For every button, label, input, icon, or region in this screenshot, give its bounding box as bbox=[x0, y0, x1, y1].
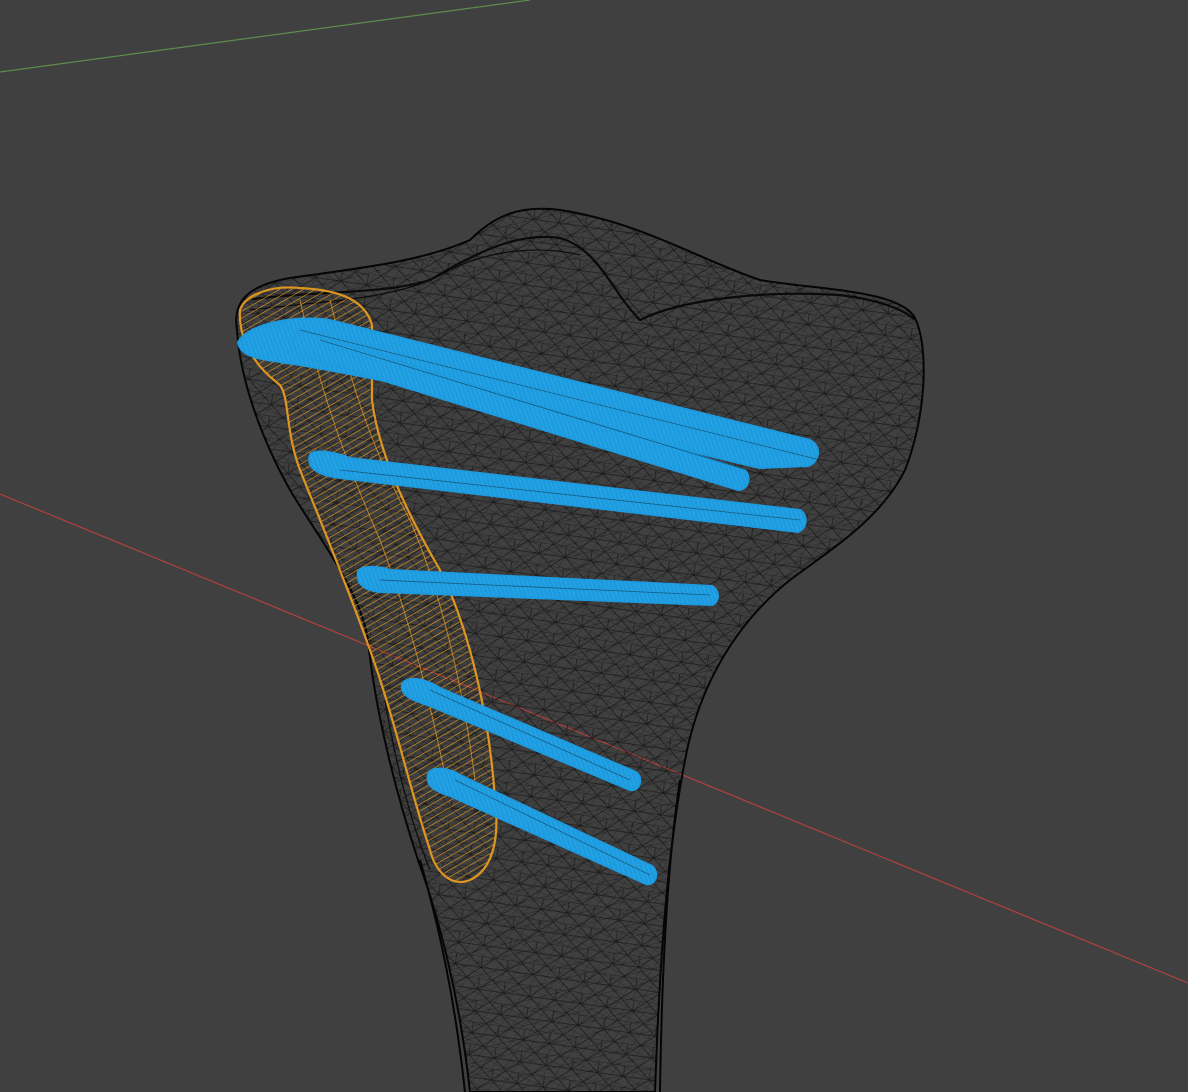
3d-viewport[interactable] bbox=[0, 0, 1188, 1092]
y-axis-line bbox=[0, 0, 531, 73]
viewport-canvas[interactable] bbox=[0, 0, 1188, 1092]
